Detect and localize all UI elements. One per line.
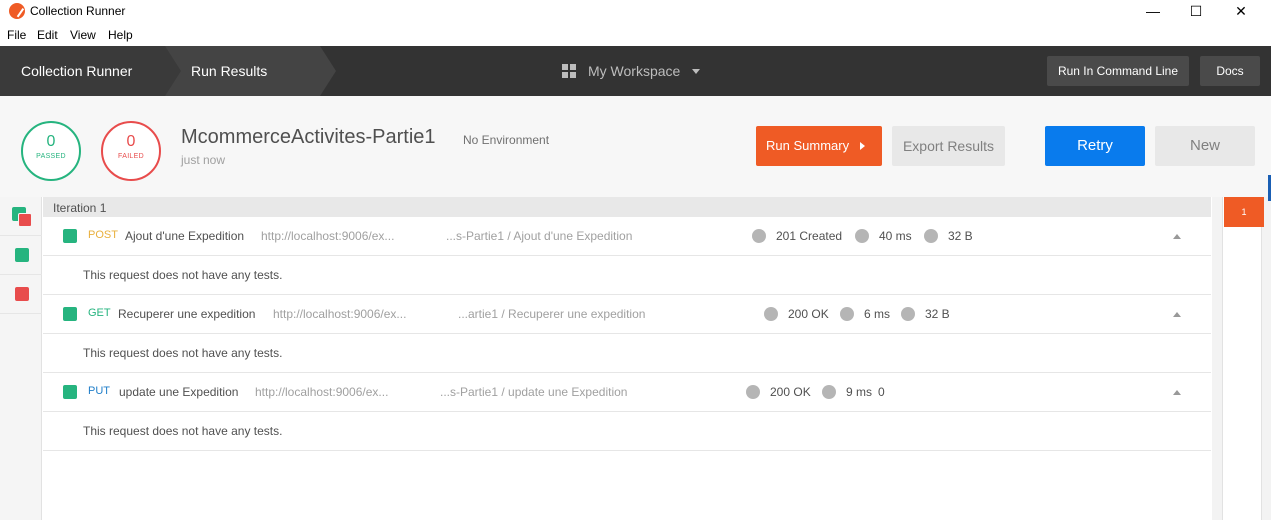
failed-square-icon [15,287,29,301]
time-dot-icon [840,307,854,321]
failed-square-icon [18,213,32,227]
filter-strip [0,197,42,520]
test-result-row: This request does not have any tests. [43,256,1211,295]
window-title: Collection Runner [30,4,126,18]
iteration-panel-inner [1222,197,1262,520]
status-dot-icon [752,229,766,243]
run-time: just now [181,153,226,167]
iteration-header: Iteration 1 [43,197,1211,217]
failed-count: 0 [126,133,136,150]
request-row[interactable]: GET Recuperer une expedition http://loca… [43,295,1211,334]
size-dot-icon [901,307,915,321]
response-time: 6 ms [864,307,891,321]
workspace-grid-icon [562,64,576,78]
collapse-caret-icon[interactable] [1173,312,1181,317]
passed-square-icon [15,248,29,262]
filter-failed[interactable] [0,275,42,314]
status-dot-icon [746,385,760,399]
workspace-label: My Workspace [588,63,681,79]
collection-name: McommerceActivites-Partie1 [181,126,436,148]
test-result-row: This request does not have any tests. [43,412,1211,451]
test-result-row: This request does not have any tests. [43,334,1211,373]
status-square-icon [63,229,77,243]
iteration-marker[interactable]: 1 [1224,197,1264,227]
run-in-command-line-button[interactable]: Run In Command Line [1047,56,1189,86]
request-url: http://localhost:9006/ex... [273,307,407,321]
menu-bar: File Edit View Help [0,24,1271,46]
request-path: ...artie1 / Recuperer une expedition [458,307,646,321]
run-summary-button[interactable]: Run Summary [756,126,882,166]
response-size: 32 B [948,229,973,243]
response-time: 40 ms [879,229,912,243]
status-square-icon [63,385,77,399]
retry-button[interactable]: Retry [1045,126,1145,166]
request-path: ...s-Partie1 / Ajout d'une Expedition [446,229,633,243]
export-results-button[interactable]: Export Results [892,126,1005,166]
time-dot-icon [855,229,869,243]
request-name: Ajout d'une Expedition [125,229,245,243]
collapse-caret-icon[interactable] [1173,234,1181,239]
chevron-down-icon [692,69,700,74]
status-square-icon [63,307,77,321]
response-size: 0 [878,385,885,399]
request-url: http://localhost:9006/ex... [261,229,395,243]
breadcrumb-run-results[interactable]: Run Results [165,46,336,96]
breadcrumb-collection-runner[interactable]: Collection Runner [0,46,181,96]
run-header: 0 PASSED 0 FAILED McommerceActivites-Par… [0,96,1271,197]
failed-label: FAILED [118,153,144,160]
no-tests-message: This request does not have any tests. [83,424,283,438]
passed-counter: 0 PASSED [21,121,81,181]
response-status: 200 OK [770,385,811,399]
request-name: update une Expedition [119,385,239,399]
status-dot-icon [764,307,778,321]
request-row[interactable]: PUT update une Expedition http://localho… [43,373,1211,412]
iteration-label: Iteration 1 [53,201,107,215]
environment-label: No Environment [463,133,550,147]
caret-right-icon [860,142,865,150]
menu-help[interactable]: Help [108,28,133,42]
top-nav: Run Results Collection Runner My Workspa… [0,46,1271,96]
time-dot-icon [822,385,836,399]
no-tests-message: This request does not have any tests. [83,268,283,282]
response-status: 200 OK [788,307,829,321]
passed-count: 0 [46,133,56,150]
request-method: PUT [88,385,110,397]
request-path: ...s-Partie1 / update une Expedition [440,385,628,399]
request-name: Recuperer une expedition [118,307,256,321]
size-dot-icon [924,229,938,243]
passed-label: PASSED [36,153,66,160]
request-method: POST [88,229,118,241]
iteration-panel [1212,197,1271,520]
minimize-icon[interactable]: — [1130,0,1176,24]
request-row[interactable]: POST Ajout d'une Expedition http://local… [43,217,1211,256]
menu-view[interactable]: View [70,28,96,42]
menu-edit[interactable]: Edit [37,28,58,42]
maximize-icon[interactable]: ☐ [1173,0,1219,24]
menu-file[interactable]: File [7,28,26,42]
run-summary-label: Run Summary [766,138,850,153]
request-method: GET [88,307,111,319]
new-button[interactable]: New [1155,126,1255,166]
collapse-caret-icon[interactable] [1173,390,1181,395]
docs-button[interactable]: Docs [1200,56,1260,86]
response-status: 201 Created [776,229,843,243]
response-size: 32 B [925,307,950,321]
postman-logo-icon [9,3,25,19]
failed-counter: 0 FAILED [101,121,161,181]
filter-all[interactable] [0,197,42,236]
response-time: 9 ms [846,385,873,399]
request-url: http://localhost:9006/ex... [255,385,389,399]
filter-passed[interactable] [0,236,42,275]
close-icon[interactable]: ✕ [1218,0,1264,24]
no-tests-message: This request does not have any tests. [83,346,283,360]
window-titlebar: Collection Runner — ☐ ✕ [0,0,1271,24]
